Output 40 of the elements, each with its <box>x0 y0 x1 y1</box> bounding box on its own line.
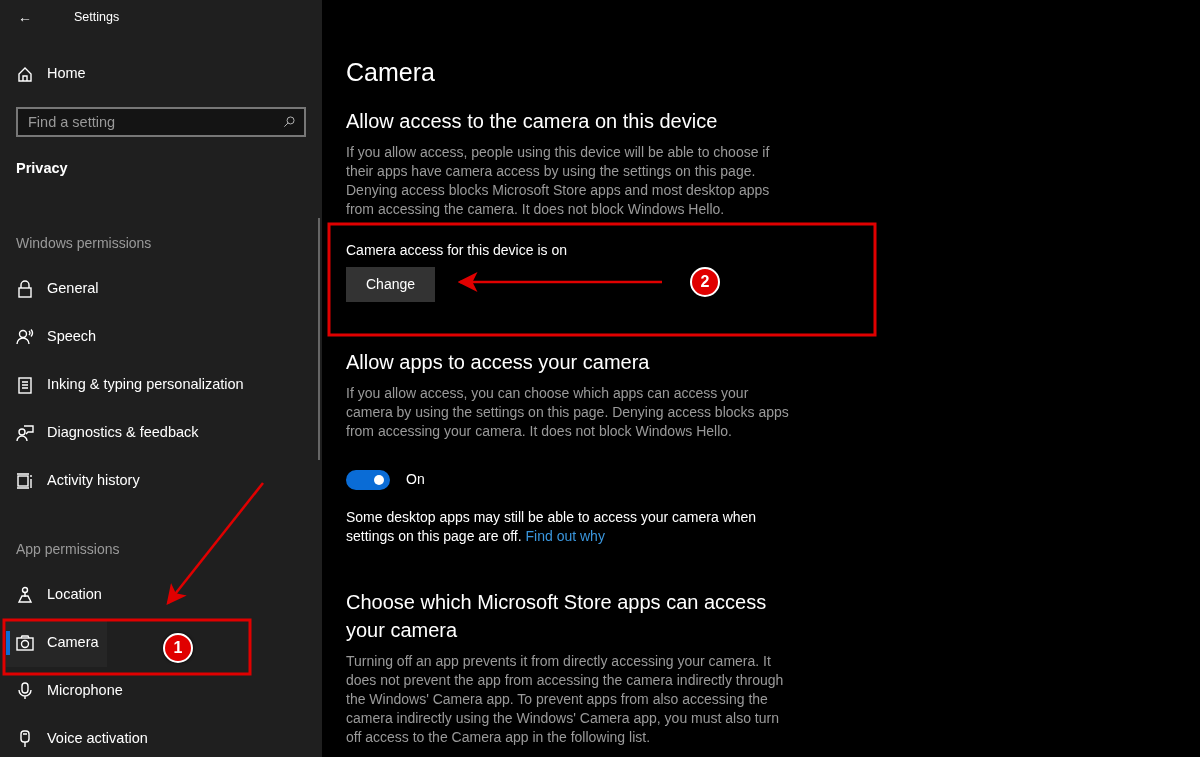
home-icon <box>16 65 34 83</box>
change-button[interactable]: Change <box>346 267 436 302</box>
section-heading: Allow access to the camera on this device <box>346 109 719 134</box>
section-heading: Choose which Microsoft Store apps can access your camera <box>346 590 768 643</box>
group-title: App permissions <box>15 540 121 559</box>
note-text: Some desktop apps may still be able to access your camera when settings on this page are off. Find out why <box>346 508 758 546</box>
sidebar-item[interactable]: Activity history <box>6 457 148 505</box>
sidebar-item[interactable]: Speech <box>6 313 105 361</box>
sidebar-item[interactable]: General <box>6 265 107 313</box>
person-with-sound-icon <box>16 328 34 346</box>
status-text: Camera access for this device is on <box>346 241 568 260</box>
sidebar-item[interactable]: Camera <box>6 619 107 667</box>
home-nav-item[interactable]: Home <box>6 50 94 98</box>
group-title: Windows permissions <box>15 234 153 253</box>
search-field[interactable]: Find a setting <box>16 107 306 137</box>
toggle-switch[interactable] <box>346 469 390 490</box>
category-title: Privacy <box>15 159 69 178</box>
lock-icon <box>16 280 34 298</box>
sidebar-item[interactable]: Location <box>6 571 110 619</box>
sidebar-item[interactable]: Voice activation <box>6 715 156 757</box>
step-number: 2 <box>690 267 720 297</box>
find-out-why-link[interactable]: Find out why <box>525 528 605 544</box>
person-with-chat-icon <box>16 424 34 442</box>
section-heading: Allow apps to access your camera <box>346 350 651 375</box>
window-title: Settings <box>74 8 120 26</box>
back-button[interactable]: ← <box>16 6 34 28</box>
activity-icon <box>16 472 34 490</box>
page-title: Camera <box>346 57 436 88</box>
section-description: Turning off an app prevents it from directly accessing your camera. It does not prevent the app from accessing the camera indirectly through the Windows' Camera app. To prevent apps from also accessing the camera indirectly using the Windows' Camera app, you must also turn off access to the Camera app in the following list. <box>346 652 785 747</box>
camera-icon <box>16 634 34 652</box>
sidebar-item[interactable]: Microphone <box>6 667 131 715</box>
microphone-icon <box>16 682 34 700</box>
sidebar-item[interactable]: Diagnostics & feedback <box>6 409 207 457</box>
section-description: If you allow access, you can choose which apps can access your camera by using the settings on this page. Denying access blocks apps from accessing your camera. It does not block Windows Hello. <box>346 384 790 441</box>
sidebar-item[interactable]: Inking & typing personalization <box>6 361 252 409</box>
search-icon <box>282 115 296 129</box>
location-icon <box>16 586 34 604</box>
clipboard-icon <box>16 376 34 394</box>
toggle-label: On <box>406 470 425 489</box>
section-description: If you allow access, people using this device will be able to choose if their apps have camera access by using the settings on this page. Denying access blocks Microsoft Store apps and most desktop apps from accessing the camera. It does not block Windows Hello. <box>346 143 771 219</box>
